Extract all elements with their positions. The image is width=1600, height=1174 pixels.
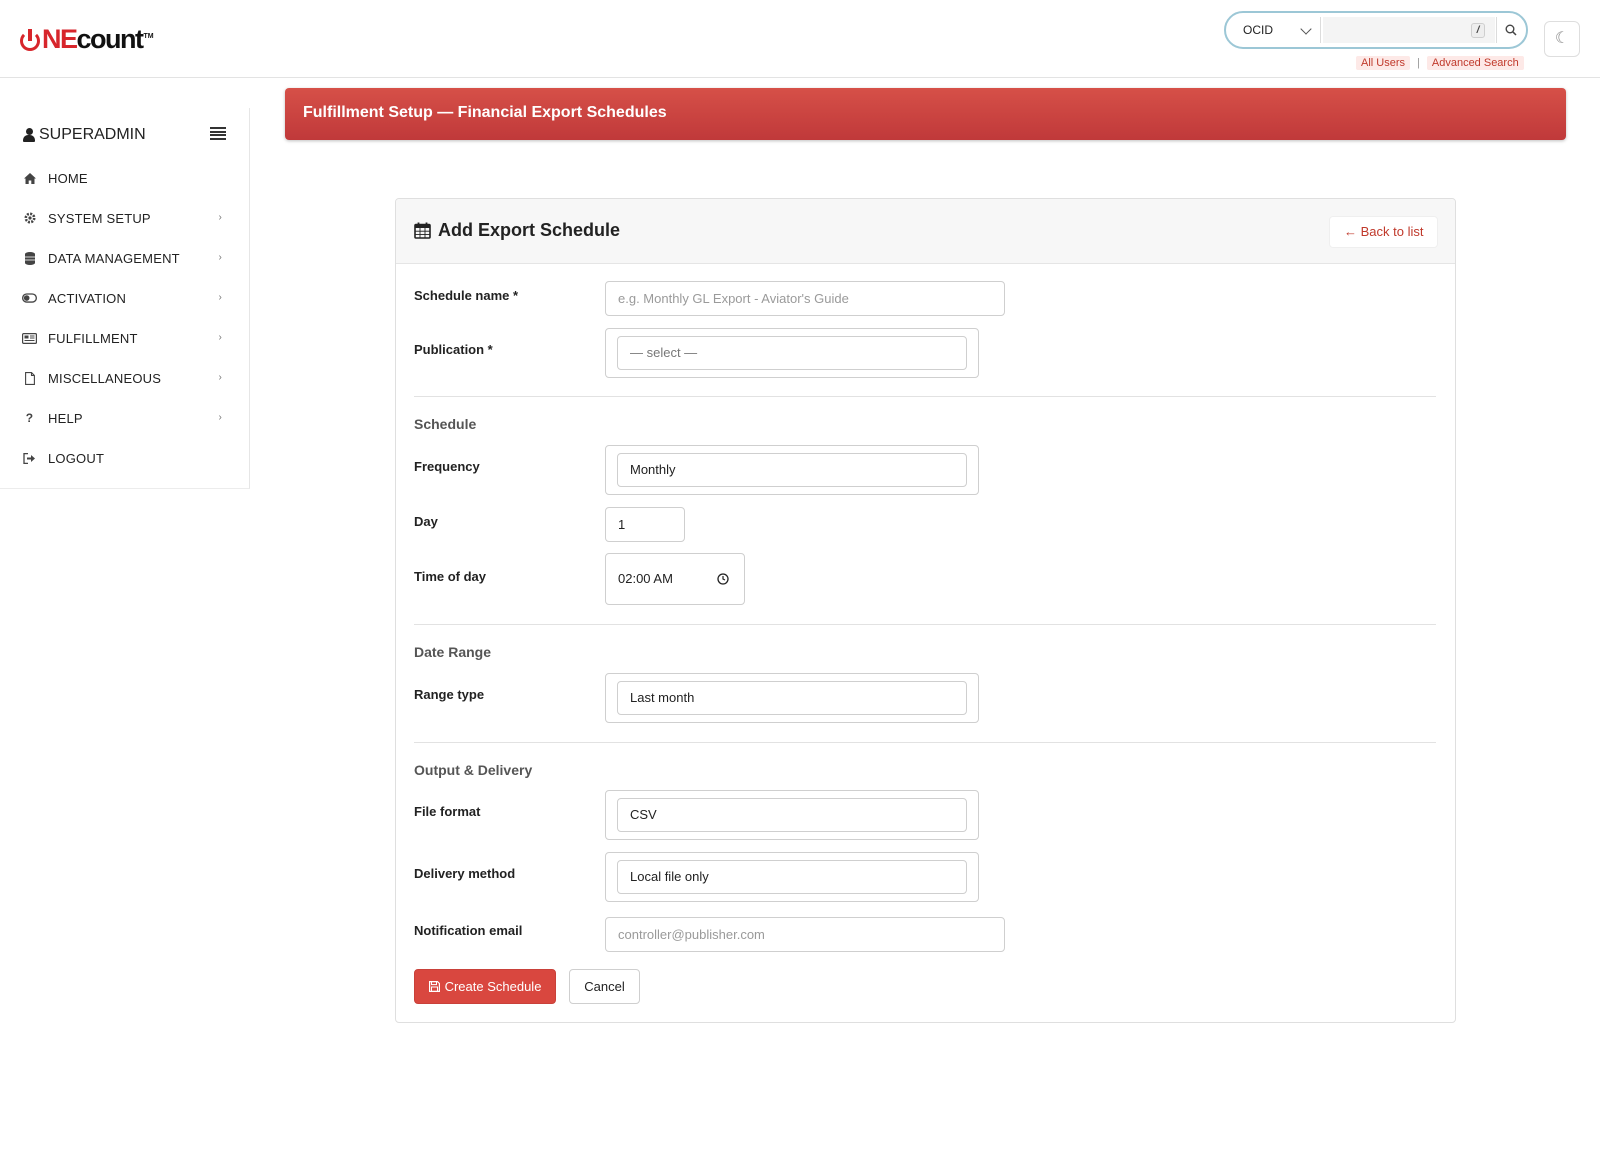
day-input[interactable]: 1 (605, 507, 685, 542)
delivery-method-select[interactable]: Local file only (617, 860, 967, 894)
section-title-output-delivery: Output & Delivery (414, 762, 533, 778)
schedule-name-label: Schedule name * (414, 288, 519, 303)
onecount-logo[interactable]: NE count TM (20, 25, 154, 53)
sidebar-item-system-setup[interactable]: SYSTEM SETUP › (0, 198, 249, 238)
page-title: Fulfillment Setup — Financial Export Sch… (303, 104, 667, 121)
file-format-select[interactable]: CSV (617, 798, 967, 832)
sidebar-item-activation[interactable]: ACTIVATION › (0, 278, 249, 318)
frequency-select-wrapper: Monthly (605, 445, 979, 495)
search-scope-select[interactable]: OCID (1231, 17, 1321, 43)
gear-icon (22, 211, 37, 226)
link-separator: | (1417, 57, 1420, 69)
sidebar-item-help[interactable]: ? HELP › (0, 398, 249, 438)
sidebar-item-miscellaneous[interactable]: MISCELLANEOUS › (0, 358, 249, 398)
range-type-select[interactable]: Last month (617, 681, 967, 715)
cancel-button[interactable]: Cancel (569, 969, 640, 1004)
home-icon (22, 171, 37, 186)
sidebar-item-home[interactable]: HOME (0, 158, 249, 198)
add-export-schedule-card: Add Export Schedule ← Back to list Sched… (395, 198, 1456, 1023)
time-of-day-label: Time of day (414, 569, 487, 584)
search-quick-links: All Users | Advanced Search (1356, 56, 1524, 70)
page-banner: Fulfillment Setup — Financial Export Sch… (285, 88, 1566, 140)
chevron-right-icon: › (218, 212, 222, 223)
sidebar-item-logout[interactable]: LOGOUT (0, 438, 249, 478)
current-user: SUPERADMIN (23, 126, 146, 144)
chevron-right-icon: › (218, 292, 222, 303)
sidebar-nav: HOME SYSTEM SETUP › DATA MANAGEMENT › AC… (0, 158, 249, 478)
delivery-method-select-wrapper: Local file only (605, 852, 979, 902)
user-icon (23, 128, 35, 142)
section-divider (414, 396, 1436, 397)
top-bar: NE count TM OCID / All Users | Advanced Se… (0, 0, 1600, 78)
file-format-label: File format (414, 804, 481, 819)
frequency-label: Frequency (414, 459, 480, 474)
range-type-select-wrapper: Last month (605, 673, 979, 723)
publication-select[interactable]: — select — (617, 336, 967, 370)
save-icon (428, 981, 440, 992)
calendar-icon (414, 222, 431, 239)
menu-toggle-icon[interactable] (210, 127, 226, 140)
chevron-right-icon: › (218, 252, 222, 263)
search-button[interactable] (1496, 17, 1524, 43)
card-title: Add Export Schedule (414, 220, 620, 241)
search-icon (1505, 24, 1517, 36)
advanced-search-link[interactable]: Advanced Search (1426, 56, 1524, 70)
file-format-select-wrapper: CSV (605, 790, 979, 840)
back-to-list-button[interactable]: ← Back to list (1329, 216, 1439, 248)
theme-toggle-button[interactable]: ☾ (1544, 21, 1580, 57)
moon-icon: ☾ (1554, 30, 1570, 47)
notification-email-label: Notification email (414, 923, 523, 938)
notification-email-input[interactable]: controller@publisher.com (605, 917, 1005, 952)
sidebar-item-data-management[interactable]: DATA MANAGEMENT › (0, 238, 249, 278)
section-title-schedule: Schedule (414, 416, 477, 432)
range-type-label: Range type (414, 687, 485, 702)
chevron-right-icon: › (218, 412, 222, 423)
database-icon (22, 251, 37, 266)
create-schedule-button[interactable]: Create Schedule (414, 969, 556, 1004)
section-divider (414, 742, 1436, 743)
section-title-date-range: Date Range (414, 644, 492, 660)
question-icon: ? (25, 411, 34, 425)
card-header: Add Export Schedule ← Back to list (396, 199, 1455, 264)
publication-label: Publication * (414, 342, 493, 357)
power-icon (20, 29, 41, 51)
toggle-icon (22, 291, 37, 306)
global-search: OCID / (1224, 11, 1528, 49)
schedule-name-input[interactable]: e.g. Monthly GL Export - Aviator's Guide (605, 281, 1005, 316)
file-icon (22, 371, 37, 386)
all-users-link[interactable]: All Users (1356, 56, 1411, 70)
logout-icon (22, 451, 37, 466)
chevron-right-icon: › (218, 332, 222, 343)
chevron-right-icon: › (218, 372, 222, 383)
shortcut-key-hint: / (1471, 23, 1485, 38)
section-divider (414, 624, 1436, 625)
clock-icon[interactable] (717, 573, 729, 585)
sidebar-item-fulfillment[interactable]: FULFILLMENT › (0, 318, 249, 358)
publication-select-wrapper: — select — (605, 328, 979, 378)
newspaper-icon (22, 331, 37, 346)
chevron-down-icon (1300, 23, 1312, 35)
time-of-day-input[interactable]: 02:00 AM (605, 553, 745, 605)
sidebar: SUPERADMIN HOME SYSTEM SETUP › DATA MANA… (0, 108, 250, 489)
frequency-select[interactable]: Monthly (617, 453, 967, 487)
search-input[interactable] (1323, 17, 1495, 43)
day-label: Day (414, 514, 438, 529)
delivery-method-label: Delivery method (414, 866, 516, 881)
